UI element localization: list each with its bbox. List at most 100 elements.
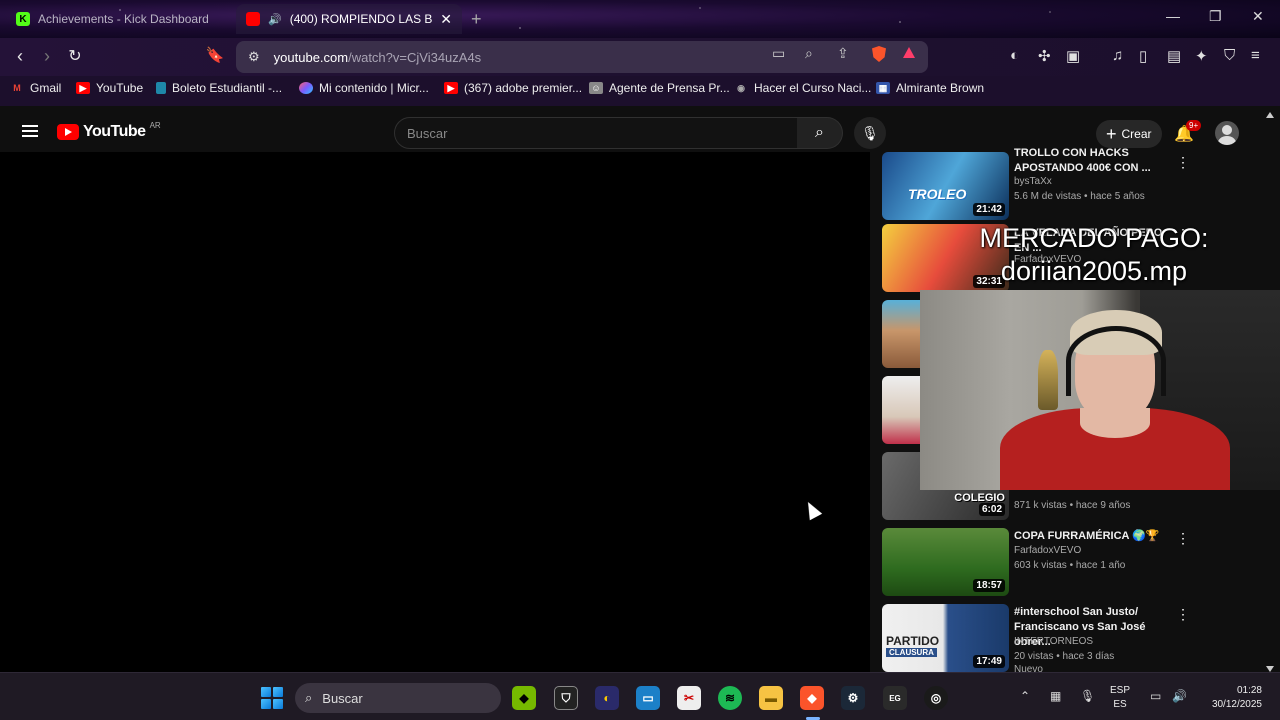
video-player[interactable]	[0, 152, 870, 672]
shield-icon[interactable]: ⛉	[1224, 47, 1235, 64]
network-icon[interactable]: ▭	[1150, 689, 1161, 703]
extensions-icon[interactable]: ✣	[1038, 47, 1051, 65]
duration-badge: 21:42	[973, 203, 1005, 216]
file-explorer-icon[interactable]: ▬	[759, 686, 783, 710]
bookmark-gmail[interactable]: M Gmail	[10, 81, 61, 95]
bookmark-label: YouTube	[96, 81, 144, 95]
snipping-tool-icon[interactable]: ✂	[677, 686, 701, 710]
video-thumbnail[interactable]: TROLEO 21:42	[882, 152, 1009, 220]
country-code: AR	[149, 120, 161, 130]
more-options-icon[interactable]: ⋮	[1176, 154, 1190, 171]
epic-games-icon[interactable]: EG	[883, 686, 907, 710]
recommendation-item[interactable]: 18:57 COPA FURRAMÉRICA 🌍🏆 FarfadoxVEVO 6…	[882, 528, 1262, 598]
brave-browser-icon[interactable]: ◆	[800, 686, 824, 710]
video-meta: 871 k vistas • hace 9 años	[1014, 500, 1131, 511]
thumbnail-text: CLAUSURA	[886, 648, 937, 657]
obs-icon[interactable]: ◎	[924, 686, 948, 710]
vpn-icon[interactable]: ◐	[1010, 47, 1019, 64]
clock-date: 30/12/2025	[1211, 699, 1262, 710]
steam-icon[interactable]: ⚙	[841, 686, 865, 710]
brave-rewards-icon[interactable]	[903, 47, 915, 58]
youtube-icon: ▶	[444, 82, 458, 94]
close-tab-icon[interactable]: ✕	[440, 11, 452, 28]
bookmark-agente-prensa[interactable]: ☺ Agente de Prensa Pr...	[589, 81, 730, 95]
wallet-icon[interactable]: ▤	[1167, 47, 1181, 65]
hamburger-menu-icon[interactable]	[22, 125, 38, 137]
taskbar-search[interactable]: ⌕ Buscar	[295, 683, 501, 713]
video-meta: 5.6 M de vistas • hace 5 años	[1014, 191, 1145, 202]
language-indicator[interactable]: ESP ES	[1110, 684, 1130, 712]
bookmark-youtube[interactable]: ▶ YouTube	[76, 81, 143, 95]
back-button[interactable]: ‹	[9, 46, 31, 67]
video-meta: 603 k vistas • hace 1 año	[1014, 560, 1126, 571]
browser-tab-bar: K Achievements - Kick Dashboard 🔊 (400) …	[0, 0, 1280, 38]
video-title[interactable]: TROLLO CON HACKS APOSTANDO 400€ CON ...	[1014, 146, 1174, 176]
bookmark-boleto[interactable]: Boleto Estudiantil -...	[156, 81, 282, 95]
search-input[interactable]: Buscar	[394, 117, 798, 149]
channel-name[interactable]: bysTaXx	[1014, 176, 1052, 187]
cast-icon[interactable]: ▭	[772, 45, 785, 62]
volume-icon[interactable]: 🔊	[1172, 689, 1187, 703]
spotify-icon[interactable]: ≋	[718, 686, 742, 710]
search-button[interactable]: ⌕	[797, 117, 843, 149]
reload-button[interactable]: ↻	[64, 46, 86, 66]
tab-kick-dashboard[interactable]: K Achievements - Kick Dashboard	[6, 4, 230, 34]
tab-search-icon[interactable]: ▣	[1066, 47, 1080, 65]
channel-name[interactable]: FarfadoxVEVO	[1014, 545, 1081, 556]
bookmark-mi-contenido[interactable]: Mi contenido | Micr...	[299, 81, 429, 95]
bookmark-almirante-brown[interactable]: ▦ Almirante Brown	[876, 81, 984, 95]
bookmark-curso[interactable]: ◉ Hacer el Curso Naci...	[734, 81, 871, 95]
search-icon: ⌕	[815, 124, 824, 141]
mic-icon: 🎙	[861, 124, 879, 141]
microphone-icon[interactable]: 🎙	[1080, 689, 1095, 703]
bookmark-icon[interactable]: 🔖	[204, 46, 226, 64]
sidebar-icon[interactable]: ▯	[1139, 47, 1147, 65]
speaker-icon[interactable]: 🔊	[268, 13, 282, 26]
more-options-icon[interactable]: ⋮	[1176, 530, 1190, 547]
voice-search-button[interactable]: 🎙	[854, 117, 886, 149]
chevron-up-icon[interactable]: ⌃	[1020, 689, 1030, 703]
zoom-icon[interactable]: ⌕	[805, 45, 813, 62]
menu-icon[interactable]: ≡	[1251, 47, 1260, 64]
nvidia-icon[interactable]: ◆	[512, 686, 536, 710]
create-button[interactable]: + Crear	[1096, 120, 1162, 148]
globe-icon: ◉	[737, 82, 745, 93]
streamer-shirt	[1000, 408, 1230, 490]
video-title[interactable]: COPA FURRAMÉRICA 🌍🏆	[1014, 529, 1174, 544]
recommendation-item[interactable]: TROLEO 21:42 TROLLO CON HACKS APOSTANDO …	[882, 147, 1262, 222]
address-bar[interactable]: ⚙ youtube.com /watch?v=CjVi34uzA4s	[236, 41, 928, 73]
maximize-button[interactable]: ❐	[1209, 8, 1222, 25]
bookmark-adobe-premier[interactable]: ▶ (367) adobe premier...	[444, 81, 582, 95]
share-icon[interactable]: ⇪	[837, 45, 849, 62]
recommendation-item[interactable]: PARTIDO CLAUSURA 17:49 #interschool San …	[882, 604, 1262, 675]
start-button[interactable]	[261, 687, 283, 709]
donation-overlay-text: MERCADO PAGO: doriian2005.mp	[958, 222, 1230, 288]
channel-name[interactable]: INTERTORNEOS	[1014, 636, 1093, 647]
site-info-icon[interactable]: ⚙	[248, 49, 260, 65]
video-thumbnail[interactable]: PARTIDO CLAUSURA 17:49	[882, 604, 1009, 672]
thumbnail-text: PARTIDO	[886, 634, 940, 648]
youtube-logo[interactable]: YouTube AR	[57, 120, 161, 141]
create-label: Crear	[1121, 127, 1152, 141]
avatar[interactable]	[1215, 121, 1239, 145]
url-host: youtube.com	[273, 49, 349, 65]
security-app-icon[interactable]: ⛉	[554, 686, 578, 710]
monitor-app-icon[interactable]: ▭	[636, 686, 660, 710]
bookmark-label: Agente de Prensa Pr...	[609, 81, 730, 95]
system-clock[interactable]: 01:28 30/12/2025	[1198, 684, 1262, 712]
scroll-up-icon[interactable]	[1266, 112, 1274, 118]
forward-button[interactable]: ›	[36, 46, 58, 67]
app-tray-icon[interactable]: ▦	[1050, 689, 1061, 703]
youtube-icon	[246, 12, 260, 26]
video-thumbnail[interactable]: 18:57	[882, 528, 1009, 596]
new-tab-button[interactable]: +	[471, 9, 482, 30]
boleto-icon	[156, 82, 166, 94]
minimize-button[interactable]: —	[1166, 8, 1180, 24]
leo-ai-icon[interactable]: ✦	[1195, 47, 1208, 65]
close-window-button[interactable]: ✕	[1252, 8, 1264, 25]
media-icon[interactable]: ♫	[1112, 47, 1123, 64]
tab-youtube-video[interactable]: 🔊 (400) ROMPIENDO LAS BOLA ✕	[236, 4, 462, 34]
app-icon[interactable]: ◐	[595, 686, 619, 710]
tab-label: (400) ROMPIENDO LAS BOLA	[289, 12, 433, 26]
more-options-icon[interactable]: ⋮	[1176, 606, 1190, 623]
